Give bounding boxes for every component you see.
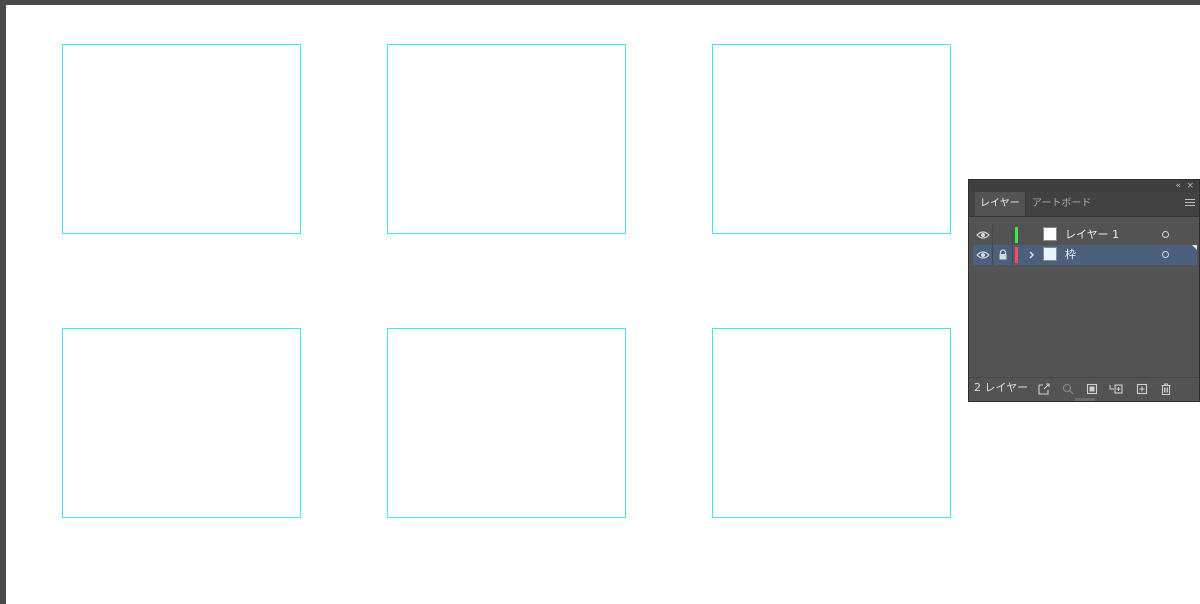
layer-thumbnail bbox=[1043, 245, 1059, 265]
layer-name[interactable]: レイヤー 1 bbox=[1065, 225, 1165, 245]
eye-icon bbox=[976, 231, 990, 239]
layer-thumbnail bbox=[1043, 225, 1059, 245]
target-toggle[interactable] bbox=[1159, 225, 1179, 245]
expand-toggle[interactable] bbox=[1021, 245, 1041, 265]
layer-color-bar bbox=[1015, 227, 1018, 243]
lock-toggle[interactable] bbox=[993, 245, 1013, 265]
layer-name[interactable]: 枠 bbox=[1065, 245, 1165, 265]
panel-title-bar[interactable]: « × bbox=[969, 180, 1199, 192]
frame-rectangle[interactable] bbox=[62, 44, 301, 234]
tab-layers[interactable]: レイヤー bbox=[975, 192, 1026, 216]
trash-icon[interactable] bbox=[1159, 382, 1173, 396]
frame-rectangle[interactable] bbox=[387, 328, 626, 518]
frame-rectangle[interactable] bbox=[387, 44, 626, 234]
lock-toggle[interactable] bbox=[993, 225, 1013, 245]
double-chevron-left-icon[interactable]: « bbox=[1175, 180, 1181, 192]
layers-list: レイヤー 1 枠 bbox=[973, 223, 1197, 377]
clip-mask-icon[interactable] bbox=[1085, 382, 1099, 396]
tab-artboards[interactable]: アートボード bbox=[1027, 192, 1096, 216]
new-layer-icon[interactable] bbox=[1135, 382, 1149, 396]
expand-toggle bbox=[1021, 225, 1041, 245]
layers-panel: « × レイヤー アートボード レイヤー 1 枠 2 レイヤー bbox=[968, 179, 1200, 402]
visibility-toggle[interactable] bbox=[973, 225, 993, 245]
target-toggle[interactable] bbox=[1159, 245, 1179, 265]
new-sublayer-icon[interactable] bbox=[1109, 382, 1123, 396]
frame-rectangle[interactable] bbox=[712, 44, 951, 234]
layer-row-frame[interactable]: 枠 bbox=[973, 245, 1197, 265]
eye-icon bbox=[976, 251, 990, 259]
frame-rectangle[interactable] bbox=[62, 328, 301, 518]
panel-tabs: レイヤー アートボード bbox=[969, 192, 1199, 217]
target-circle-icon bbox=[1162, 231, 1169, 238]
search-icon[interactable] bbox=[1061, 382, 1075, 396]
resize-grip[interactable] bbox=[1075, 398, 1095, 401]
close-icon[interactable]: × bbox=[1186, 180, 1194, 192]
layer-count-label: 2 レイヤー bbox=[974, 381, 1029, 394]
layer-color-bar bbox=[1015, 247, 1018, 263]
chevron-right-icon bbox=[1029, 251, 1034, 259]
lock-icon bbox=[999, 249, 1007, 260]
hamburger-menu-icon[interactable] bbox=[1185, 199, 1195, 207]
selection-corner-indicator bbox=[1192, 245, 1197, 250]
frame-rectangle[interactable] bbox=[712, 328, 951, 518]
layer-row-layer1[interactable]: レイヤー 1 bbox=[973, 225, 1197, 245]
panel-footer: 2 レイヤー bbox=[969, 377, 1199, 401]
target-circle-icon bbox=[1162, 251, 1169, 258]
visibility-toggle[interactable] bbox=[973, 245, 993, 265]
export-icon[interactable] bbox=[1037, 382, 1051, 396]
